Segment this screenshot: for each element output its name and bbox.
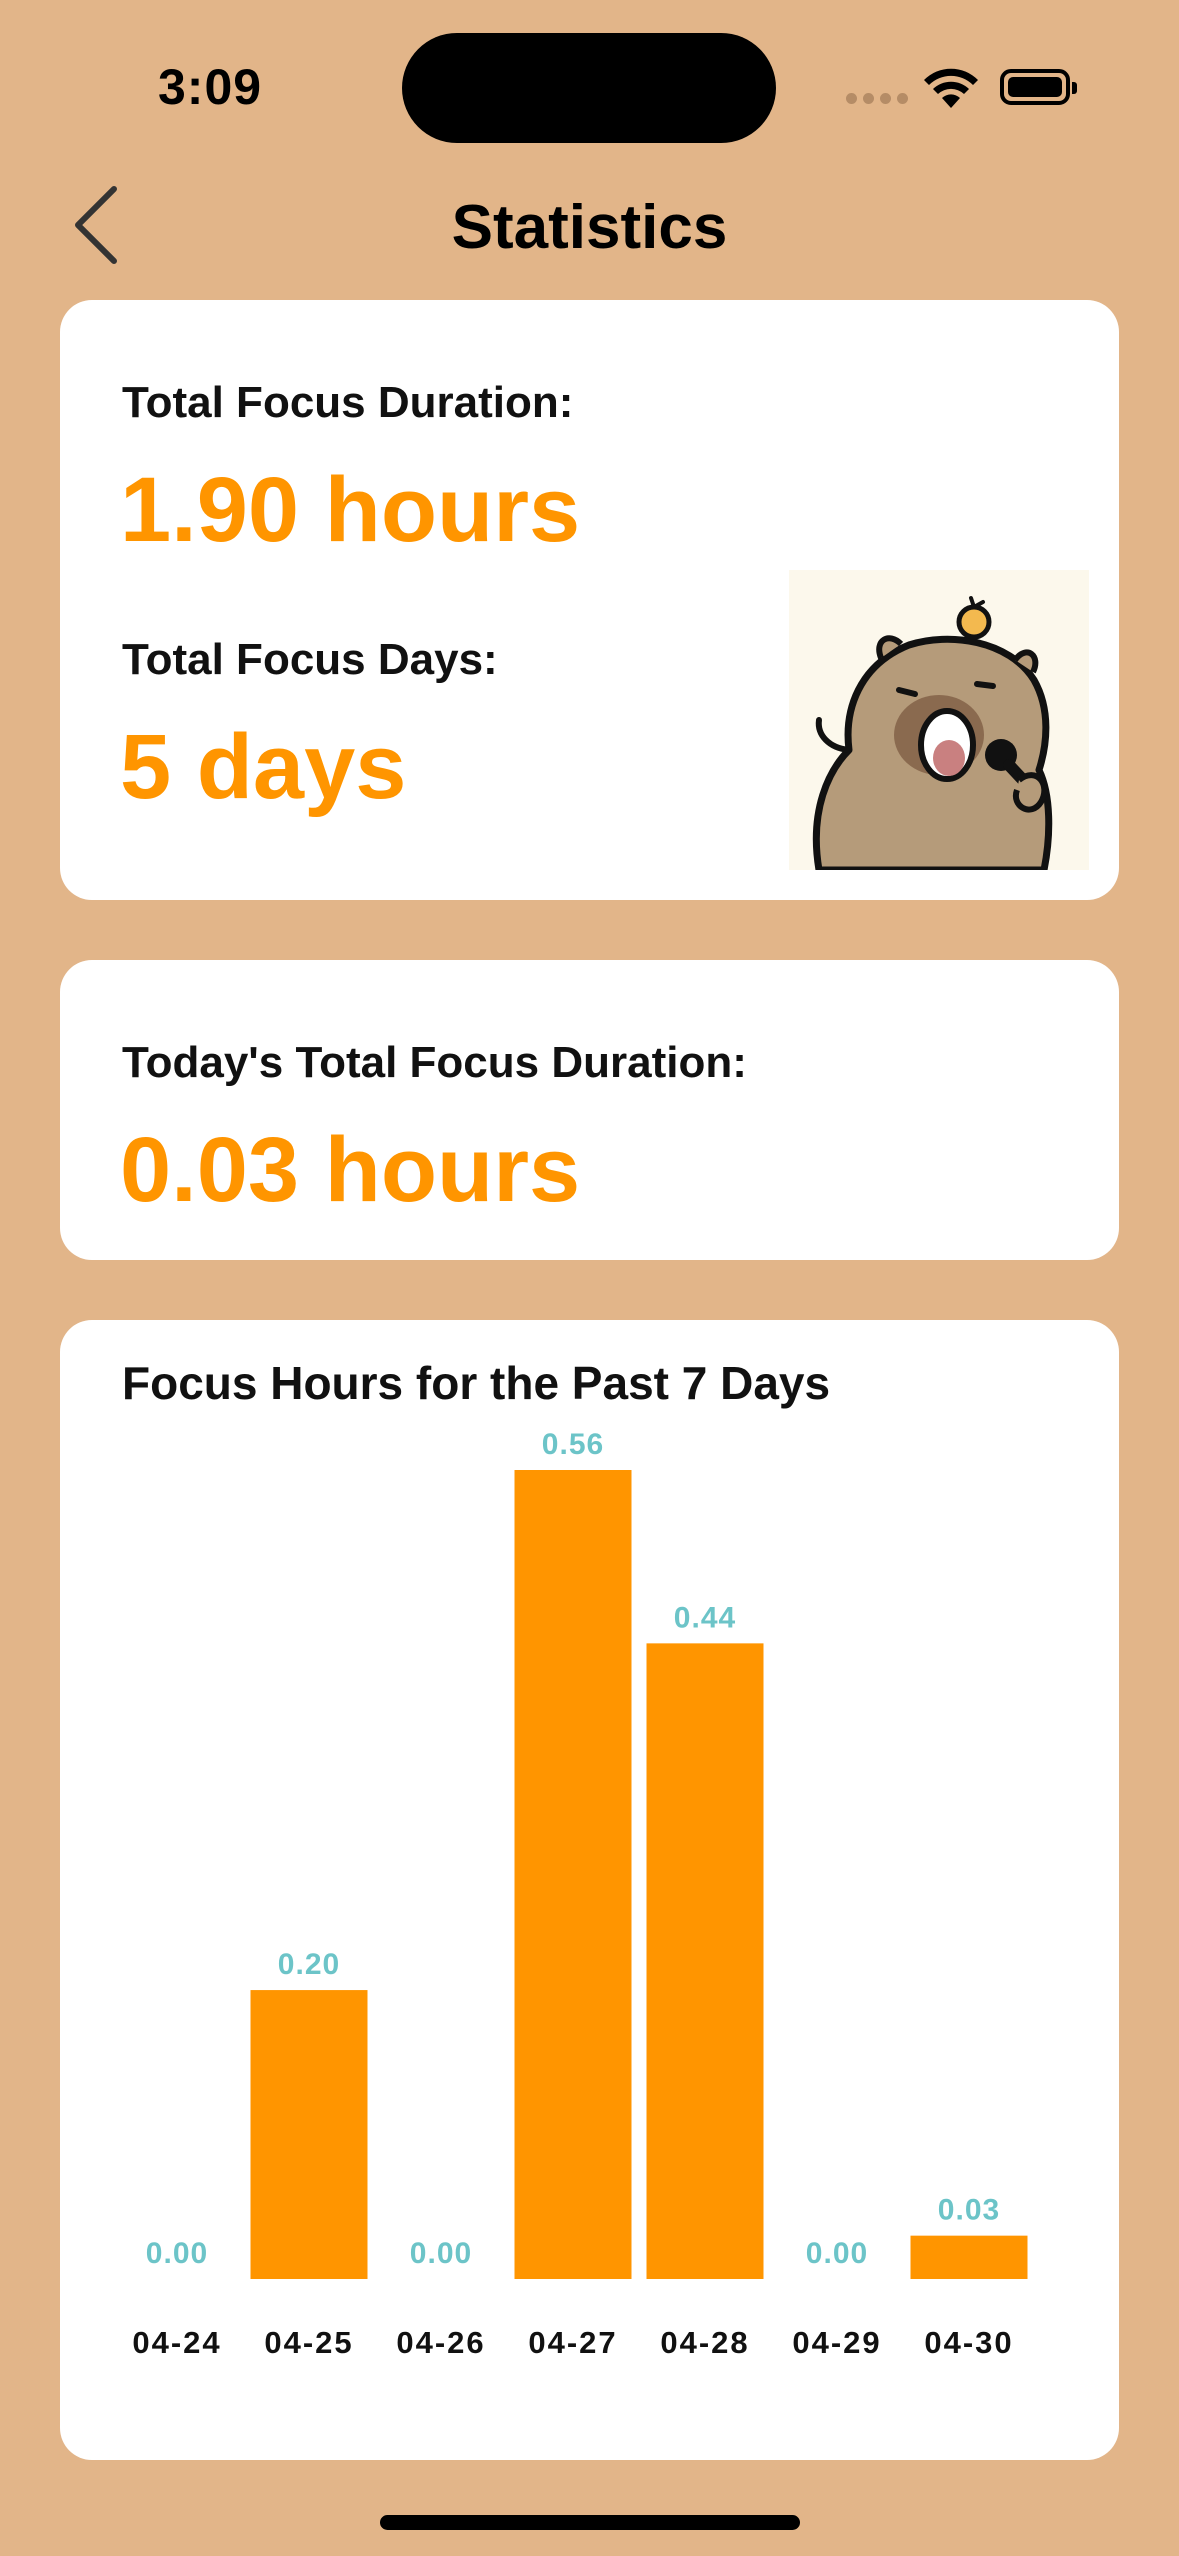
bar-value-label: 0.00 [146,2237,208,2270]
bar-value-label: 0.00 [806,2237,868,2270]
wifi-icon [924,68,978,108]
dynamic-island [402,33,776,143]
mascot-image [789,570,1089,874]
page-title: Statistics [451,193,728,262]
x-tick-label: 04-28 [660,2325,749,2360]
bar-value-label: 0.20 [278,1948,340,1981]
x-tick-label: 04-25 [264,2325,353,2360]
bar-value-label: 0.00 [410,2237,472,2270]
x-tick-label: 04-26 [396,2325,485,2360]
total-duration-value: 1.90 hours [120,459,581,561]
bar-value-label: 0.03 [938,2194,1000,2227]
today-duration-value: 0.03 hours [120,1119,581,1221]
today-duration-label: Today's Total Focus Duration: [122,1038,747,1087]
x-tick-label: 04-24 [132,2325,221,2360]
bar-04-25 [250,1990,368,2279]
total-days-value: 5 days [120,716,407,818]
cellular-signal-icon [846,93,908,104]
bar-04-30 [910,2235,1028,2279]
bar-chart: 0.00 04-24 0.20 04-25 0.00 04-26 0.56 04-27 0.44… [132,1428,1028,2360]
bar-04-27 [514,1470,632,2279]
total-days-label: Total Focus Days: [122,635,498,684]
x-tick-label: 04-30 [924,2325,1013,2360]
x-tick-label: 04-27 [528,2325,617,2360]
capybara-singing-icon [812,596,1053,874]
chart-card: Focus Hours for the Past 7 Days 0.00 04-2… [60,1320,1119,2460]
bar-value-label: 0.56 [542,1428,604,1461]
home-indicator[interactable] [380,2515,800,2530]
status-time: 3:09 [158,59,263,115]
total-duration-label: Total Focus Duration: [122,378,574,427]
battery-icon [1000,69,1077,105]
bar-04-28 [646,1643,764,2279]
x-tick-label: 04-29 [792,2325,881,2360]
bar-value-label: 0.44 [674,1601,736,1634]
today-card: Today's Total Focus Duration: 0.03 hours [60,960,1119,1260]
summary-card: Total Focus Duration: 1.90 hours Total F… [60,300,1119,900]
